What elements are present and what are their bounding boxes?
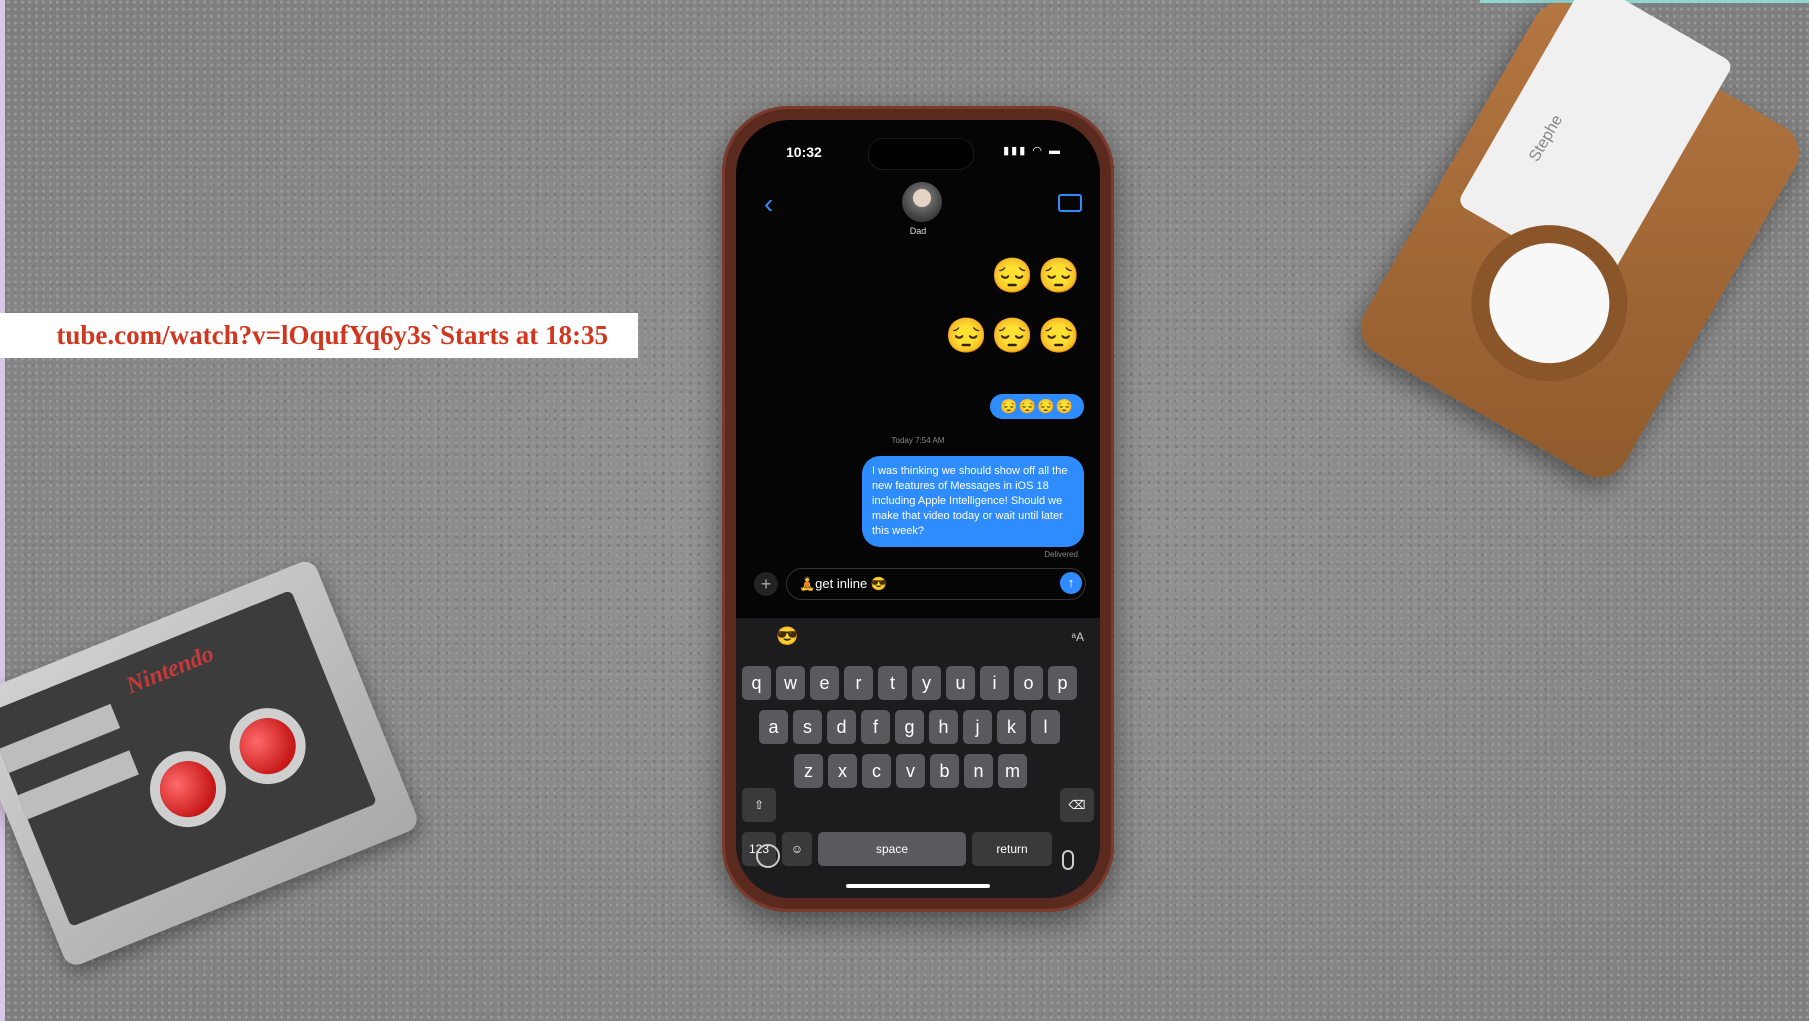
iphone: 10:32 ▮▮▮ ◠ ▬ ‹ Dad 😔😔 😔😔😔 😔😔😔😔 Today 7:… [722, 106, 1114, 912]
emoji-key[interactable]: ☺ [782, 832, 812, 866]
key-e[interactable]: e [810, 666, 839, 700]
key-o[interactable]: o [1014, 666, 1043, 700]
delete-key[interactable]: ⌫ [1060, 788, 1094, 822]
return-key[interactable]: return [972, 832, 1052, 866]
key-b[interactable]: b [930, 754, 959, 788]
plus-button[interactable]: + [754, 572, 778, 596]
key-z[interactable]: z [794, 754, 823, 788]
send-button[interactable]: ↑ [1060, 572, 1082, 594]
emoji-message[interactable]: 😔😔😔 [945, 316, 1084, 356]
url-banner: tube.com/watch?v=lOqufYq6y3s`Starts at 1… [0, 313, 638, 358]
top-frame-strip [1480, 0, 1809, 3]
key-s[interactable]: s [793, 710, 822, 744]
key-t[interactable]: t [878, 666, 907, 700]
video-call-icon[interactable] [1058, 194, 1082, 212]
emoji-bubble[interactable]: 😔😔😔😔 [990, 394, 1084, 419]
avatar[interactable] [902, 182, 942, 222]
nintendo-controller: Nintendo [0, 557, 421, 969]
back-button[interactable]: ‹ [764, 188, 773, 220]
key-x[interactable]: x [828, 754, 857, 788]
message-input[interactable]: 🧘get inline 😎 [786, 568, 1086, 600]
key-l[interactable]: l [1031, 710, 1060, 744]
controller-panel [0, 590, 378, 927]
status-time: 10:32 [786, 144, 822, 160]
space-key[interactable]: space [818, 832, 966, 866]
key-j[interactable]: j [963, 710, 992, 744]
key-v[interactable]: v [896, 754, 925, 788]
card-name: Stephe [1526, 112, 1567, 165]
globe-icon[interactable] [756, 844, 780, 868]
key-u[interactable]: u [946, 666, 975, 700]
key-g[interactable]: g [895, 710, 924, 744]
key-w[interactable]: w [776, 666, 805, 700]
key-c[interactable]: c [862, 754, 891, 788]
wallet-card: Stephe [1456, 0, 1734, 289]
key-p[interactable]: p [1048, 666, 1077, 700]
compose-row: + 🧘get inline 😎 ↑ [750, 568, 1086, 600]
messages-screen: 10:32 ▮▮▮ ◠ ▬ ‹ Dad 😔😔 😔😔😔 😔😔😔😔 Today 7:… [736, 120, 1100, 898]
leather-wallet: Stephe [1350, 0, 1809, 489]
emoji-message[interactable]: 😔😔 [991, 256, 1084, 296]
left-frame-strip [0, 0, 5, 1021]
microphone-icon[interactable] [1062, 850, 1074, 870]
text-format-button[interactable]: ᵃA [1072, 630, 1084, 644]
key-m[interactable]: m [998, 754, 1027, 788]
contact-name[interactable]: Dad [736, 226, 1100, 236]
key-i[interactable]: i [980, 666, 1009, 700]
message-timestamp: Today 7:54 AM [891, 436, 945, 445]
key-k[interactable]: k [997, 710, 1026, 744]
message-bubble[interactable]: I was thinking we should show off all th… [862, 456, 1084, 547]
key-h[interactable]: h [929, 710, 958, 744]
dynamic-island [868, 138, 974, 170]
key-n[interactable]: n [964, 754, 993, 788]
shift-key[interactable]: ⇧ [742, 788, 776, 822]
url-banner-text: tube.com/watch?v=lOqufYq6y3s`Starts at 1… [56, 320, 608, 350]
key-r[interactable]: r [844, 666, 873, 700]
key-a[interactable]: a [759, 710, 788, 744]
home-indicator [846, 884, 990, 888]
key-f[interactable]: f [861, 710, 890, 744]
emoji-suggestion[interactable]: 😎 [776, 626, 798, 647]
key-q[interactable]: q [742, 666, 771, 700]
key-d[interactable]: d [827, 710, 856, 744]
delivered-status: Delivered [1044, 550, 1078, 559]
status-icons: ▮▮▮ ◠ ▬ [1003, 145, 1062, 157]
keyboard: 😎 ᵃA qwertyuiop asdfghjkl zxcvbnm ⇧ ⌫ 12… [736, 618, 1100, 898]
key-y[interactable]: y [912, 666, 941, 700]
